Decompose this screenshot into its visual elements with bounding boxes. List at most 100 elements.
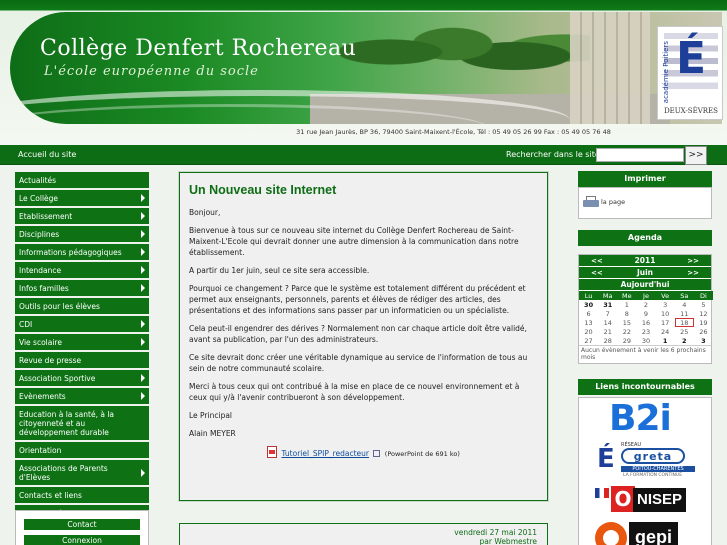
calendar-day[interactable]: 1 [656, 336, 675, 345]
calendar-day[interactable]: 3 [656, 300, 675, 309]
powerpoint-file-icon [267, 446, 278, 458]
calendar-day[interactable]: 30 [636, 336, 655, 345]
home-link[interactable]: Accueil du site [18, 150, 76, 159]
calendar-day[interactable]: 14 [598, 318, 617, 327]
menu-item[interactable]: Contacts et liens [15, 487, 149, 505]
calendar-year: 2011 [634, 256, 656, 265]
menu-item-label: Evènements [19, 392, 66, 401]
gepi-logo[interactable]: gepi [595, 520, 705, 545]
calendar-day[interactable]: 1 [617, 300, 636, 309]
calendar-day[interactable]: 9 [636, 309, 655, 318]
menu-item[interactable]: Revue de presse [15, 352, 149, 370]
menu-item[interactable]: Infos familles [15, 280, 149, 298]
gepi-circle-icon [595, 522, 627, 545]
submenu-arrow-icon [141, 392, 145, 400]
menu-item[interactable]: Outils pour les élèves [15, 298, 149, 316]
calendar-day[interactable]: 10 [656, 309, 675, 318]
calendar-day[interactable]: 27 [579, 336, 598, 345]
contact-button[interactable]: Contact [24, 519, 140, 530]
calendar-day[interactable]: 7 [598, 309, 617, 318]
calendar-day[interactable]: 15 [617, 318, 636, 327]
calendar-day[interactable]: 18 [674, 318, 694, 327]
calendar-day[interactable]: 2 [675, 336, 694, 345]
calendar-grid: Lu Ma Me Je Ve Sa Di 30 31 1 2 3 4 5 6 7 8 9 10 11 12 13 14 15… [579, 291, 713, 345]
menu-item-label: Contacts et liens [19, 491, 82, 500]
calendar-day[interactable]: 22 [617, 327, 636, 336]
calendar-day[interactable]: 23 [636, 327, 655, 336]
calendar-day[interactable]: 29 [617, 336, 636, 345]
calendar-day[interactable]: 28 [598, 336, 617, 345]
article-paragraph: Bienvenue à tous sur ce nouveau site int… [189, 226, 519, 257]
menu-item[interactable]: Actualités [15, 172, 149, 190]
onisep-logo[interactable]: O NISEP [595, 486, 705, 514]
academy-logo[interactable]: É académie Poitiers DEUX-SÈVRES [657, 26, 723, 120]
menu-item[interactable]: Education à la santé, à la citoyenneté e… [15, 406, 149, 442]
article-paragraph: Cela peut-il engendrer des dérives ? Nor… [189, 324, 527, 344]
calendar-day[interactable]: 30 [579, 300, 598, 309]
weekday-label: Di [693, 291, 713, 300]
menu-item[interactable]: Associations de Parents d'Elèves [15, 460, 149, 487]
weekday-label: Sa [674, 291, 694, 300]
menu-item[interactable]: Intendance [15, 262, 149, 280]
menu-item[interactable]: Le Collège [15, 190, 149, 208]
calendar-day[interactable]: 5 [694, 300, 713, 309]
school-address: 31 rue Jean Jaurès, BP 36, 79400 Saint-M… [296, 128, 611, 136]
greta-logo[interactable]: É RÉSEAU greta POITOU-CHARENTES LA FORMA… [593, 442, 703, 478]
calendar-day[interactable]: 19 [694, 318, 713, 327]
calendar-year-row: << 2011 >> [579, 255, 711, 267]
prev-month-button[interactable]: << [591, 267, 603, 279]
member-box: Contact Connexion [15, 510, 149, 545]
article-paragraph: Merci à tous ceux qui ont contribué à la… [189, 382, 520, 402]
b2i-logo[interactable]: B2i [609, 400, 689, 438]
print-page-link[interactable]: la page [601, 198, 625, 206]
submenu-arrow-icon [141, 194, 145, 202]
article-paragraph: Pourquoi ce changement ? Parce que le sy… [189, 284, 526, 315]
attachment-link[interactable]: Tutoriel_SPIP_redacteur [281, 449, 369, 458]
article-signature-role: Le Principal [189, 411, 233, 420]
menu-item-label: Intendance [19, 266, 62, 275]
menu-item[interactable]: CDI [15, 316, 149, 334]
menu-item[interactable]: Disciplines [15, 226, 149, 244]
printer-icon[interactable] [583, 196, 599, 210]
menu-item[interactable]: Evènements [15, 388, 149, 406]
calendar-day[interactable]: 16 [636, 318, 655, 327]
gepi-text: gepi [629, 522, 679, 545]
calendar-day[interactable]: 12 [694, 309, 713, 318]
calendar-day[interactable]: 4 [675, 300, 694, 309]
article-signature-name: Alain MEYER [189, 429, 236, 438]
calendar-day[interactable]: 21 [598, 327, 617, 336]
login-button[interactable]: Connexion [24, 535, 140, 545]
article-author[interactable]: par Webmestre [454, 537, 537, 545]
calendar-day[interactable]: 26 [694, 327, 713, 336]
menu-item[interactable]: Informations pédagogiques [15, 244, 149, 262]
next-month-button[interactable]: >> [687, 267, 699, 279]
submenu-arrow-icon [141, 320, 145, 328]
menu-item-label: Actualités [19, 176, 57, 185]
menu-item[interactable]: Etablissement [15, 208, 149, 226]
calendar-day[interactable]: 31 [598, 300, 617, 309]
menu-item[interactable]: Vie scolaire [15, 334, 149, 352]
greta-name: greta [621, 448, 685, 464]
calendar-day[interactable]: 6 [579, 309, 598, 318]
calendar-day[interactable]: 20 [579, 327, 598, 336]
submenu-arrow-icon [141, 374, 145, 382]
calendar-today-button[interactable]: Aujourd'hui [579, 279, 711, 291]
search-button[interactable]: >> [685, 146, 707, 165]
calendar-day[interactable]: 8 [617, 309, 636, 318]
menu-item[interactable]: Association Sportive [15, 370, 149, 388]
calendar-day[interactable]: 13 [579, 318, 598, 327]
calendar-day[interactable]: 2 [636, 300, 655, 309]
calendar-day[interactable]: 3 [694, 336, 713, 345]
menu-item-label: Associations de Parents d'Elèves [19, 464, 108, 482]
prev-year-button[interactable]: << [591, 255, 603, 267]
submenu-arrow-icon [141, 468, 145, 477]
calendar-day[interactable]: 11 [675, 309, 694, 318]
calendar-day[interactable]: 17 [656, 318, 675, 327]
academy-text: académie Poitiers [662, 41, 670, 104]
search-input[interactable] [596, 148, 684, 162]
weekday-label: Me [617, 291, 637, 300]
calendar-day[interactable]: 25 [675, 327, 694, 336]
menu-item[interactable]: Orientation [15, 442, 149, 460]
calendar-day[interactable]: 24 [656, 327, 675, 336]
next-year-button[interactable]: >> [687, 255, 699, 267]
